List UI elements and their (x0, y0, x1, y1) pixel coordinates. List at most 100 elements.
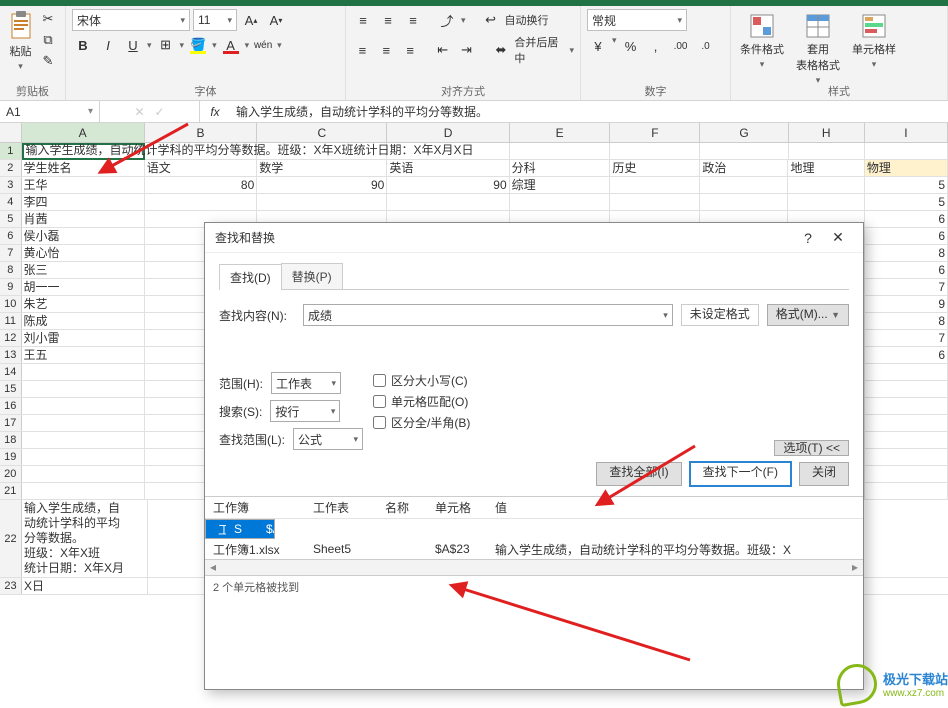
underline-button[interactable]: U (122, 34, 144, 56)
find-all-button[interactable]: 查找全部(I) (596, 462, 681, 486)
cell[interactable] (865, 381, 948, 397)
scope-select[interactable]: 工作表▾ (271, 372, 341, 394)
result-row[interactable]: 工作簿1.xlsx Sheet5 $A$1 输入学生成绩，自动统计学科的平均分等… (205, 519, 275, 539)
cell[interactable] (700, 177, 788, 193)
merge-center-button[interactable]: 合并后居中 (514, 34, 566, 66)
decrease-font-icon[interactable]: A▾ (265, 9, 287, 31)
border-button[interactable]: ⊞ (155, 34, 177, 56)
row-header[interactable]: 9 (0, 279, 22, 295)
format-painter-icon[interactable]: ✎ (37, 51, 59, 71)
cell[interactable]: 分科 (510, 160, 611, 176)
tab-replace[interactable]: 替换(P) (281, 263, 343, 289)
row-header[interactable]: 12 (0, 330, 22, 346)
result-row[interactable]: 工作簿1.xlsx Sheet5 $A$23 输入学生成绩，自动统计学科的平均分… (205, 539, 863, 559)
cell[interactable] (865, 143, 948, 159)
cell[interactable]: 肖茜 (22, 211, 145, 227)
cell[interactable]: 6 (865, 347, 948, 363)
cell[interactable] (865, 466, 948, 482)
cell[interactable]: 学生姓名 (22, 160, 145, 176)
close-icon[interactable]: ✕ (823, 229, 853, 246)
align-bottom-icon[interactable]: ≡ (402, 9, 424, 31)
row-header[interactable]: 23 (0, 578, 22, 594)
cell[interactable] (865, 415, 948, 431)
cell[interactable] (700, 143, 788, 159)
paste-button[interactable]: 粘贴 ▾ (6, 9, 35, 72)
cell[interactable]: 5 (865, 177, 948, 193)
results-scrollbar[interactable]: ◂▸ (205, 559, 863, 575)
cell[interactable]: 数学 (257, 160, 387, 176)
percent-icon[interactable]: % (620, 35, 642, 57)
cut-icon[interactable]: ✂ (37, 9, 59, 29)
table-format-button[interactable]: 套用 表格格式▾ (793, 13, 843, 86)
cell[interactable] (145, 194, 258, 210)
dialog-titlebar[interactable]: 查找和替换 ? ✕ (205, 223, 863, 253)
cell[interactable] (865, 483, 948, 499)
cell[interactable]: 7 (865, 330, 948, 346)
cell[interactable] (788, 194, 864, 210)
close-button[interactable]: 关闭 (799, 462, 849, 486)
cell[interactable] (22, 415, 145, 431)
fill-color-button[interactable]: 🪣 (187, 34, 209, 56)
col-header-A[interactable]: A (22, 123, 145, 142)
find-input[interactable]: 成绩▾ (303, 304, 673, 326)
cell[interactable] (865, 432, 948, 448)
pinyin-button[interactable]: wén (252, 34, 274, 56)
match-cell-checkbox[interactable] (373, 395, 386, 408)
row-header[interactable]: 13 (0, 347, 22, 363)
align-middle-icon[interactable]: ≡ (377, 9, 399, 31)
help-button[interactable]: ? (793, 230, 823, 246)
row-header[interactable]: 16 (0, 398, 22, 414)
cell[interactable] (865, 398, 948, 414)
font-name-select[interactable]: 宋体▾ (72, 9, 190, 31)
increase-font-icon[interactable]: A▴ (240, 9, 262, 31)
orientation-icon[interactable]: ⤴ (436, 9, 458, 31)
cell[interactable] (510, 143, 611, 159)
cell[interactable] (22, 466, 145, 482)
row-header[interactable]: 2 (0, 160, 22, 176)
cell[interactable]: 6 (865, 228, 948, 244)
cell[interactable]: 5 (865, 194, 948, 210)
col-name[interactable]: 名称 (377, 497, 427, 518)
formula-input[interactable]: 输入学生成绩，自动统计学科的平均分等数据。 (230, 101, 948, 122)
number-format-select[interactable]: 常规▾ (587, 9, 687, 31)
row-header[interactable]: 15 (0, 381, 22, 397)
col-header-I[interactable]: I (865, 123, 948, 142)
row-header[interactable]: 5 (0, 211, 22, 227)
cell[interactable]: 胡一一 (22, 279, 145, 295)
row-header[interactable]: 4 (0, 194, 22, 210)
col-header-H[interactable]: H (789, 123, 865, 142)
col-header-F[interactable]: F (610, 123, 700, 142)
row-header[interactable]: 14 (0, 364, 22, 380)
italic-button[interactable]: I (97, 34, 119, 56)
options-button[interactable]: 选项(T) << (774, 440, 849, 456)
search-select[interactable]: 按行▾ (270, 400, 340, 422)
cancel-icon[interactable]: ✕ (134, 105, 144, 119)
indent-increase-icon[interactable]: ⇥ (456, 39, 477, 61)
cell[interactable] (700, 194, 788, 210)
cell[interactable]: 综理 (510, 177, 611, 193)
cell[interactable]: 90 (257, 177, 387, 193)
cell[interactable]: 8 (865, 245, 948, 261)
row-header[interactable]: 1 (0, 143, 22, 159)
col-cell[interactable]: 单元格 (427, 497, 487, 518)
select-all-corner[interactable] (0, 123, 22, 142)
cell[interactable] (22, 364, 145, 380)
cell[interactable] (22, 432, 145, 448)
cell[interactable]: 黄心怡 (22, 245, 145, 261)
cell[interactable]: 6 (865, 262, 948, 278)
row-header[interactable]: 10 (0, 296, 22, 312)
lookin-select[interactable]: 公式▾ (293, 428, 363, 450)
cell[interactable] (865, 364, 948, 380)
currency-icon[interactable]: ¥ (587, 35, 609, 57)
col-header-D[interactable]: D (387, 123, 509, 142)
decimal-inc-icon[interactable]: .00 (670, 35, 692, 57)
cell-style-button[interactable]: 单元格样▾ (849, 13, 899, 86)
match-case-checkbox[interactable] (373, 374, 386, 387)
row-header[interactable]: 17 (0, 415, 22, 431)
row-header[interactable]: 20 (0, 466, 22, 482)
col-header-G[interactable]: G (700, 123, 788, 142)
cell[interactable]: 物理 (865, 160, 948, 176)
cell[interactable]: 90 (387, 177, 509, 193)
cell[interactable] (22, 398, 145, 414)
col-workbook[interactable]: 工作簿 (205, 497, 305, 518)
